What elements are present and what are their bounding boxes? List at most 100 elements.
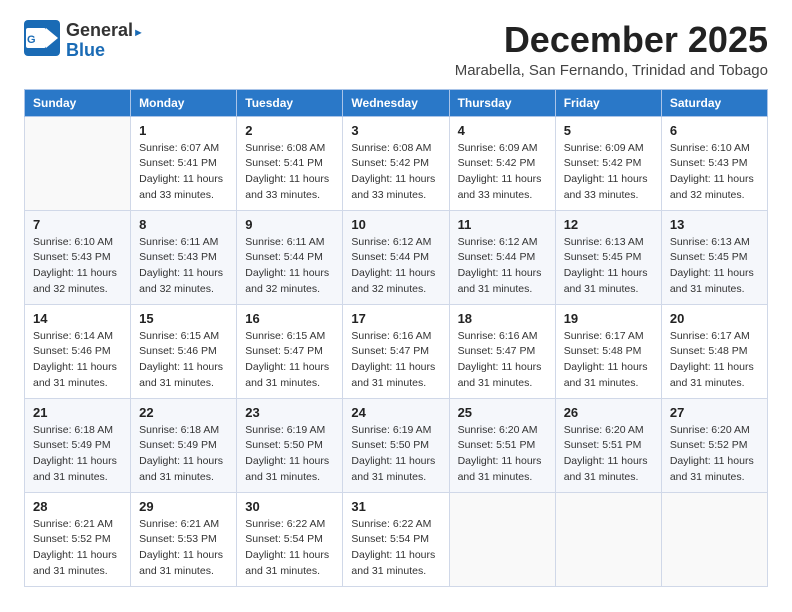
day-number: 21 bbox=[33, 405, 122, 420]
day-number: 1 bbox=[139, 123, 228, 138]
day-number: 25 bbox=[458, 405, 547, 420]
day-number: 29 bbox=[139, 499, 228, 514]
title-block: December 2025 Marabella, San Fernando, T… bbox=[455, 20, 768, 79]
day-info: Sunrise: 6:08 AMSunset: 5:41 PMDaylight:… bbox=[245, 141, 334, 204]
day-info: Sunrise: 6:21 AMSunset: 5:52 PMDaylight:… bbox=[33, 517, 122, 580]
calendar-cell: 15 Sunrise: 6:15 AMSunset: 5:46 PMDaylig… bbox=[131, 304, 237, 398]
day-number: 23 bbox=[245, 405, 334, 420]
day-info: Sunrise: 6:22 AMSunset: 5:54 PMDaylight:… bbox=[351, 517, 440, 580]
weekday-header-friday: Friday bbox=[555, 89, 661, 116]
day-number: 20 bbox=[670, 311, 759, 326]
day-info: Sunrise: 6:17 AMSunset: 5:48 PMDaylight:… bbox=[564, 329, 653, 392]
day-number: 18 bbox=[458, 311, 547, 326]
calendar-cell bbox=[449, 492, 555, 586]
calendar-cell bbox=[661, 492, 767, 586]
day-info: Sunrise: 6:12 AMSunset: 5:44 PMDaylight:… bbox=[458, 235, 547, 298]
weekday-header-wednesday: Wednesday bbox=[343, 89, 449, 116]
day-number: 6 bbox=[670, 123, 759, 138]
calendar-cell: 14 Sunrise: 6:14 AMSunset: 5:46 PMDaylig… bbox=[25, 304, 131, 398]
calendar-cell: 11 Sunrise: 6:12 AMSunset: 5:44 PMDaylig… bbox=[449, 210, 555, 304]
calendar-cell: 30 Sunrise: 6:22 AMSunset: 5:54 PMDaylig… bbox=[237, 492, 343, 586]
day-info: Sunrise: 6:19 AMSunset: 5:50 PMDaylight:… bbox=[351, 423, 440, 486]
weekday-header-saturday: Saturday bbox=[661, 89, 767, 116]
day-number: 19 bbox=[564, 311, 653, 326]
day-number: 15 bbox=[139, 311, 228, 326]
day-number: 10 bbox=[351, 217, 440, 232]
day-number: 26 bbox=[564, 405, 653, 420]
day-number: 13 bbox=[670, 217, 759, 232]
calendar-cell: 27 Sunrise: 6:20 AMSunset: 5:52 PMDaylig… bbox=[661, 398, 767, 492]
calendar-cell: 24 Sunrise: 6:19 AMSunset: 5:50 PMDaylig… bbox=[343, 398, 449, 492]
calendar-cell: 28 Sunrise: 6:21 AMSunset: 5:52 PMDaylig… bbox=[25, 492, 131, 586]
day-number: 7 bbox=[33, 217, 122, 232]
calendar-cell: 12 Sunrise: 6:13 AMSunset: 5:45 PMDaylig… bbox=[555, 210, 661, 304]
day-number: 17 bbox=[351, 311, 440, 326]
calendar-cell: 3 Sunrise: 6:08 AMSunset: 5:42 PMDayligh… bbox=[343, 116, 449, 210]
calendar-cell: 29 Sunrise: 6:21 AMSunset: 5:53 PMDaylig… bbox=[131, 492, 237, 586]
calendar-cell: 6 Sunrise: 6:10 AMSunset: 5:43 PMDayligh… bbox=[661, 116, 767, 210]
day-number: 11 bbox=[458, 217, 547, 232]
day-info: Sunrise: 6:16 AMSunset: 5:47 PMDaylight:… bbox=[458, 329, 547, 392]
calendar-cell: 26 Sunrise: 6:20 AMSunset: 5:51 PMDaylig… bbox=[555, 398, 661, 492]
day-info: Sunrise: 6:20 AMSunset: 5:51 PMDaylight:… bbox=[564, 423, 653, 486]
svg-text:G: G bbox=[27, 34, 36, 46]
calendar-cell: 23 Sunrise: 6:19 AMSunset: 5:50 PMDaylig… bbox=[237, 398, 343, 492]
logo-blue-text: Blue bbox=[66, 40, 105, 60]
day-number: 30 bbox=[245, 499, 334, 514]
day-info: Sunrise: 6:10 AMSunset: 5:43 PMDaylight:… bbox=[33, 235, 122, 298]
day-info: Sunrise: 6:08 AMSunset: 5:42 PMDaylight:… bbox=[351, 141, 440, 204]
day-info: Sunrise: 6:16 AMSunset: 5:47 PMDaylight:… bbox=[351, 329, 440, 392]
day-number: 24 bbox=[351, 405, 440, 420]
calendar-cell: 19 Sunrise: 6:17 AMSunset: 5:48 PMDaylig… bbox=[555, 304, 661, 398]
day-info: Sunrise: 6:17 AMSunset: 5:48 PMDaylight:… bbox=[670, 329, 759, 392]
day-info: Sunrise: 6:07 AMSunset: 5:41 PMDaylight:… bbox=[139, 141, 228, 204]
day-info: Sunrise: 6:09 AMSunset: 5:42 PMDaylight:… bbox=[458, 141, 547, 204]
day-number: 22 bbox=[139, 405, 228, 420]
day-info: Sunrise: 6:20 AMSunset: 5:51 PMDaylight:… bbox=[458, 423, 547, 486]
day-info: Sunrise: 6:18 AMSunset: 5:49 PMDaylight:… bbox=[33, 423, 122, 486]
calendar-cell: 4 Sunrise: 6:09 AMSunset: 5:42 PMDayligh… bbox=[449, 116, 555, 210]
day-number: 5 bbox=[564, 123, 653, 138]
calendar-cell: 21 Sunrise: 6:18 AMSunset: 5:49 PMDaylig… bbox=[25, 398, 131, 492]
weekday-header-sunday: Sunday bbox=[25, 89, 131, 116]
day-info: Sunrise: 6:22 AMSunset: 5:54 PMDaylight:… bbox=[245, 517, 334, 580]
day-number: 9 bbox=[245, 217, 334, 232]
day-info: Sunrise: 6:13 AMSunset: 5:45 PMDaylight:… bbox=[564, 235, 653, 298]
day-info: Sunrise: 6:09 AMSunset: 5:42 PMDaylight:… bbox=[564, 141, 653, 204]
day-number: 2 bbox=[245, 123, 334, 138]
day-number: 3 bbox=[351, 123, 440, 138]
month-title: December 2025 bbox=[455, 20, 768, 60]
day-number: 4 bbox=[458, 123, 547, 138]
calendar-cell: 25 Sunrise: 6:20 AMSunset: 5:51 PMDaylig… bbox=[449, 398, 555, 492]
day-info: Sunrise: 6:10 AMSunset: 5:43 PMDaylight:… bbox=[670, 141, 759, 204]
calendar-cell: 7 Sunrise: 6:10 AMSunset: 5:43 PMDayligh… bbox=[25, 210, 131, 304]
day-number: 16 bbox=[245, 311, 334, 326]
calendar-cell: 5 Sunrise: 6:09 AMSunset: 5:42 PMDayligh… bbox=[555, 116, 661, 210]
calendar-cell bbox=[25, 116, 131, 210]
calendar-cell: 13 Sunrise: 6:13 AMSunset: 5:45 PMDaylig… bbox=[661, 210, 767, 304]
day-info: Sunrise: 6:15 AMSunset: 5:47 PMDaylight:… bbox=[245, 329, 334, 392]
day-number: 8 bbox=[139, 217, 228, 232]
day-info: Sunrise: 6:11 AMSunset: 5:43 PMDaylight:… bbox=[139, 235, 228, 298]
calendar-cell: 9 Sunrise: 6:11 AMSunset: 5:44 PMDayligh… bbox=[237, 210, 343, 304]
calendar-cell: 18 Sunrise: 6:16 AMSunset: 5:47 PMDaylig… bbox=[449, 304, 555, 398]
calendar-cell: 2 Sunrise: 6:08 AMSunset: 5:41 PMDayligh… bbox=[237, 116, 343, 210]
day-info: Sunrise: 6:20 AMSunset: 5:52 PMDaylight:… bbox=[670, 423, 759, 486]
calendar-cell: 22 Sunrise: 6:18 AMSunset: 5:49 PMDaylig… bbox=[131, 398, 237, 492]
logo-icon: G bbox=[24, 20, 60, 56]
day-info: Sunrise: 6:18 AMSunset: 5:49 PMDaylight:… bbox=[139, 423, 228, 486]
day-info: Sunrise: 6:19 AMSunset: 5:50 PMDaylight:… bbox=[245, 423, 334, 486]
day-info: Sunrise: 6:11 AMSunset: 5:44 PMDaylight:… bbox=[245, 235, 334, 298]
day-info: Sunrise: 6:15 AMSunset: 5:46 PMDaylight:… bbox=[139, 329, 228, 392]
day-number: 12 bbox=[564, 217, 653, 232]
day-info: Sunrise: 6:14 AMSunset: 5:46 PMDaylight:… bbox=[33, 329, 122, 392]
day-number: 31 bbox=[351, 499, 440, 514]
calendar-cell: 1 Sunrise: 6:07 AMSunset: 5:41 PMDayligh… bbox=[131, 116, 237, 210]
calendar-cell bbox=[555, 492, 661, 586]
day-info: Sunrise: 6:21 AMSunset: 5:53 PMDaylight:… bbox=[139, 517, 228, 580]
calendar-cell: 31 Sunrise: 6:22 AMSunset: 5:54 PMDaylig… bbox=[343, 492, 449, 586]
calendar-cell: 10 Sunrise: 6:12 AMSunset: 5:44 PMDaylig… bbox=[343, 210, 449, 304]
calendar-table: SundayMondayTuesdayWednesdayThursdayFrid… bbox=[24, 89, 768, 587]
logo: G General► Blue bbox=[24, 20, 144, 61]
weekday-header-thursday: Thursday bbox=[449, 89, 555, 116]
